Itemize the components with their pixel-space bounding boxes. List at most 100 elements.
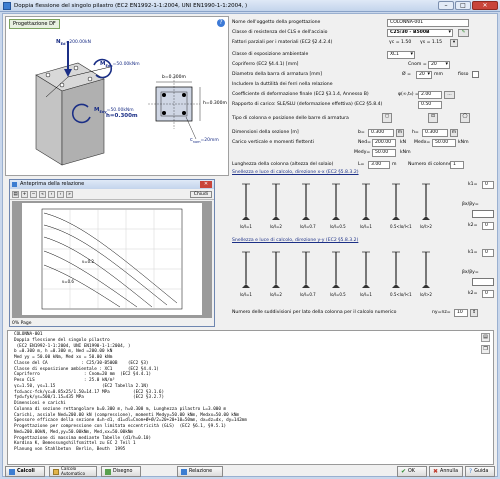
k1-y-input[interactable]: 0 [482, 249, 494, 257]
auto-calc-button[interactable]: Calcolo Automatico [49, 466, 97, 477]
cancel-label: Annulla [440, 469, 459, 474]
minimize-button[interactable]: – [438, 1, 454, 10]
bar-diameter-select[interactable]: 20 [416, 70, 432, 79]
material-settings-button[interactable]: ✎ [458, 28, 469, 37]
help-label: Guida [474, 469, 489, 474]
width-unit-button[interactable]: m [396, 128, 404, 137]
k1-y-label: k1= [468, 250, 478, 255]
medx-input[interactable]: 50.00 [432, 138, 456, 147]
column-type-row: Tipo di colonna e posizione delle barre … [232, 112, 497, 124]
cover-label: cnom=20mm [190, 137, 219, 144]
calculator-icon [9, 468, 15, 475]
scheme-label: lo/l=1 [360, 224, 372, 229]
object-name-label: Nome dell'oggetto della progettazione [232, 20, 321, 25]
zoom-in-icon[interactable]: + [21, 190, 28, 198]
preview-app-icon [12, 182, 17, 187]
slenderness-y-schemes: lo/l=1 lo/l=2 lo/l=0.7 lo/l=0.5 lo/l=1 0.5<lo… [240, 251, 432, 297]
column-type-label: Tipo di colonna e posizione delle barre … [232, 115, 349, 121]
load-ratio-row: Rapporto di carico: SLE/SLU (deformazion… [232, 100, 497, 109]
scheme-6[interactable]: 0.5<lo/l<1 [390, 183, 412, 229]
svg-text:ν=0.2: ν=0.2 [82, 259, 94, 264]
bars-all-sides-icon[interactable]: ⊡ [428, 113, 438, 123]
creep-calc-button[interactable]: … [444, 90, 455, 99]
close-button[interactable]: ✕ [472, 1, 498, 10]
first-page-icon[interactable]: « [39, 190, 46, 198]
subdivisions-input[interactable]: 10 [454, 308, 468, 317]
gamma-c-value: γc = 1.50 [389, 40, 412, 45]
k1-x-input[interactable]: 0 [482, 181, 494, 189]
scheme-4[interactable]: lo/l=0.5 [330, 183, 346, 229]
preview-close-button[interactable]: ✕ [200, 181, 212, 188]
length-symbol: L= [358, 162, 365, 167]
columns-count-label: Numero di colonne [408, 162, 452, 167]
help-button[interactable]: ? Guida [465, 466, 495, 477]
scheme-3[interactable]: lo/l=0.7 [300, 251, 316, 297]
medy-unit: kNm [400, 150, 411, 155]
section-width-input[interactable]: 0.300 [368, 128, 394, 137]
circular-section-icon[interactable]: ◯ [460, 113, 470, 123]
beta-x-label: βx/βy= [462, 202, 479, 207]
load-ratio-input[interactable]: 0.50 [418, 100, 442, 109]
next-page-icon[interactable]: › [57, 190, 64, 198]
rectangular-section-icon[interactable]: ▢ [382, 113, 392, 123]
k2-y-input[interactable]: 0 [482, 290, 494, 298]
scheme-6[interactable]: 0.5<lo/l<1 [390, 251, 412, 297]
report-tools: ▤ ❐ [481, 333, 491, 354]
scheme-label: lo/l=0.5 [330, 292, 346, 297]
scheme-1[interactable]: lo/l=1 [240, 251, 252, 297]
report-button[interactable]: Relazione [177, 466, 223, 477]
copy-icon[interactable]: ❐ [481, 345, 490, 354]
print-icon[interactable]: ▤ [12, 190, 19, 198]
design-form: Nome dell'oggetto della progettazione CO… [232, 16, 497, 326]
cancel-button[interactable]: ✖ Annulla [429, 466, 463, 477]
scheme-7[interactable]: lo/l>2 [420, 183, 432, 229]
bar-diameter-label: Diametro della barra di armatura [mm] [232, 72, 323, 77]
last-page-icon[interactable]: » [66, 190, 73, 198]
partial-factors-row: Fattori parziali per i materiali (EC2 §2… [232, 38, 497, 47]
length-unit: m [392, 162, 397, 167]
length-label: Lunghezza della colonna (altezza del sol… [232, 162, 334, 167]
scheme-2[interactable]: lo/l=2 [270, 251, 282, 297]
zoom-out-icon[interactable]: − [30, 190, 37, 198]
calculate-button[interactable]: Calcoli [5, 466, 45, 477]
scheme-4[interactable]: lo/l=0.5 [330, 251, 346, 297]
scheme-3[interactable]: lo/l=0.7 [300, 183, 316, 229]
prev-page-icon[interactable]: ‹ [48, 190, 55, 198]
subdivisions-spin-icon[interactable]: ⇕ [470, 308, 478, 317]
scheme-label: lo/l=0.7 [300, 224, 316, 229]
beta-x-indicator [472, 210, 494, 218]
cover-select[interactable]: 20 [428, 60, 450, 69]
fixed-diameter-checkbox[interactable] [472, 71, 479, 78]
scheme-7[interactable]: lo/l>2 [420, 251, 432, 297]
report-preview-window[interactable]: Anteprima della relazione ✕ ▤ + − « ‹ › … [9, 179, 215, 327]
moments-row: Medy= 50.00 kNm [232, 148, 497, 157]
ned-input[interactable]: 200.00 [372, 138, 396, 147]
material-class-select[interactable]: C25/30 - B500B [387, 28, 453, 37]
calculation-report[interactable]: COLONNA-001 Doppia flessione del singolo… [7, 330, 494, 465]
drawing-button[interactable]: Disegno [101, 466, 141, 477]
section-height-label: h=0.300m [203, 101, 227, 106]
creep-input[interactable]: 2.00 [418, 90, 442, 99]
section-height-input[interactable]: 0.300 [422, 128, 448, 137]
ok-button[interactable]: ✔ OK [397, 466, 427, 477]
auto-calc-label: Calcolo Automatico [61, 466, 86, 476]
column-drawing [35, 41, 201, 166]
maximize-button[interactable]: □ [455, 1, 471, 10]
object-name-input[interactable]: COLONNA-001 [387, 18, 469, 27]
drawing-icon [105, 468, 111, 475]
document-icon [181, 468, 187, 475]
medy-input[interactable]: 50.00 [372, 148, 396, 157]
preview-close-text-button[interactable]: Chiudi [189, 190, 212, 198]
slenderness-y-title: Snellezza e luce di calcolo, direzione y… [232, 238, 359, 243]
scheme-2[interactable]: lo/l=2 [270, 183, 282, 229]
partial-factors-dropdown-icon[interactable]: ▾ [450, 38, 458, 47]
exposure-select[interactable]: XC1 [387, 50, 415, 59]
scheme-5[interactable]: lo/l=1 [360, 251, 372, 297]
scheme-5[interactable]: lo/l=1 [360, 183, 372, 229]
height-unit-button[interactable]: m [450, 128, 458, 137]
scheme-1[interactable]: lo/l=1 [240, 183, 252, 229]
k2-x-input[interactable]: 0 [482, 222, 494, 230]
printer-icon[interactable]: ▤ [481, 333, 490, 342]
scheme-label: lo/l>2 [420, 224, 432, 229]
drawing-label: Disegno [113, 469, 133, 474]
